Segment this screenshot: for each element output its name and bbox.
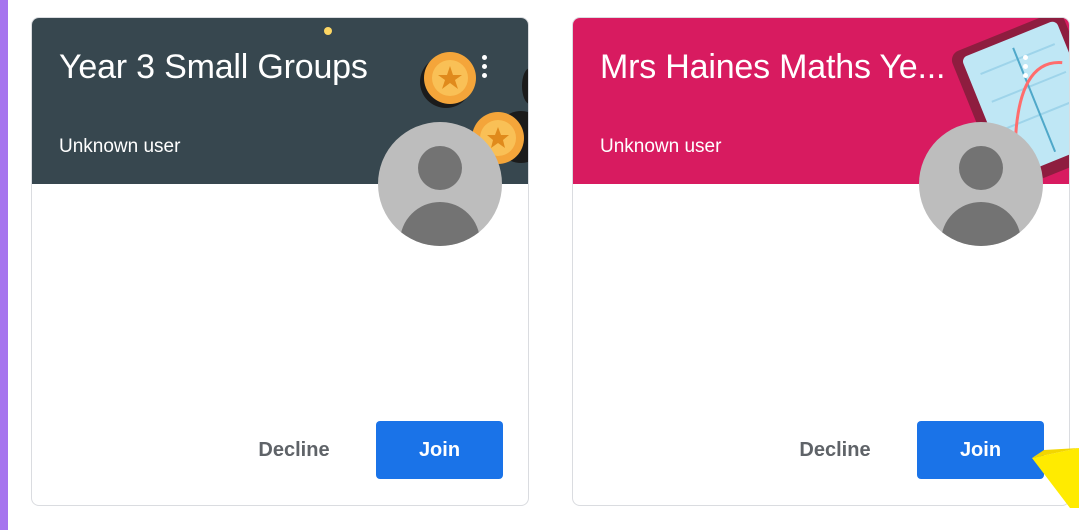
classes-page: Year 3 Small Groups Unknown user Decline… xyxy=(8,0,1079,530)
class-title[interactable]: Year 3 Small Groups xyxy=(59,48,368,87)
join-button[interactable]: Join xyxy=(376,421,503,479)
more-vert-icon[interactable] xyxy=(472,46,496,86)
arrow-pointer-icon xyxy=(1032,448,1079,508)
decline-button[interactable]: Decline xyxy=(239,421,349,479)
class-card: Year 3 Small Groups Unknown user Decline… xyxy=(31,17,529,506)
class-card: Mrs Haines Maths Ye... Unknown user Decl… xyxy=(572,17,1070,506)
class-owner: Unknown user xyxy=(600,136,722,157)
default-avatar-icon xyxy=(919,122,1043,246)
join-button[interactable]: Join xyxy=(917,421,1044,479)
class-owner: Unknown user xyxy=(59,136,181,157)
more-vert-icon[interactable] xyxy=(1013,46,1037,86)
decline-button[interactable]: Decline xyxy=(780,421,890,479)
default-avatar-icon xyxy=(378,122,502,246)
class-title[interactable]: Mrs Haines Maths Ye... xyxy=(600,48,945,87)
